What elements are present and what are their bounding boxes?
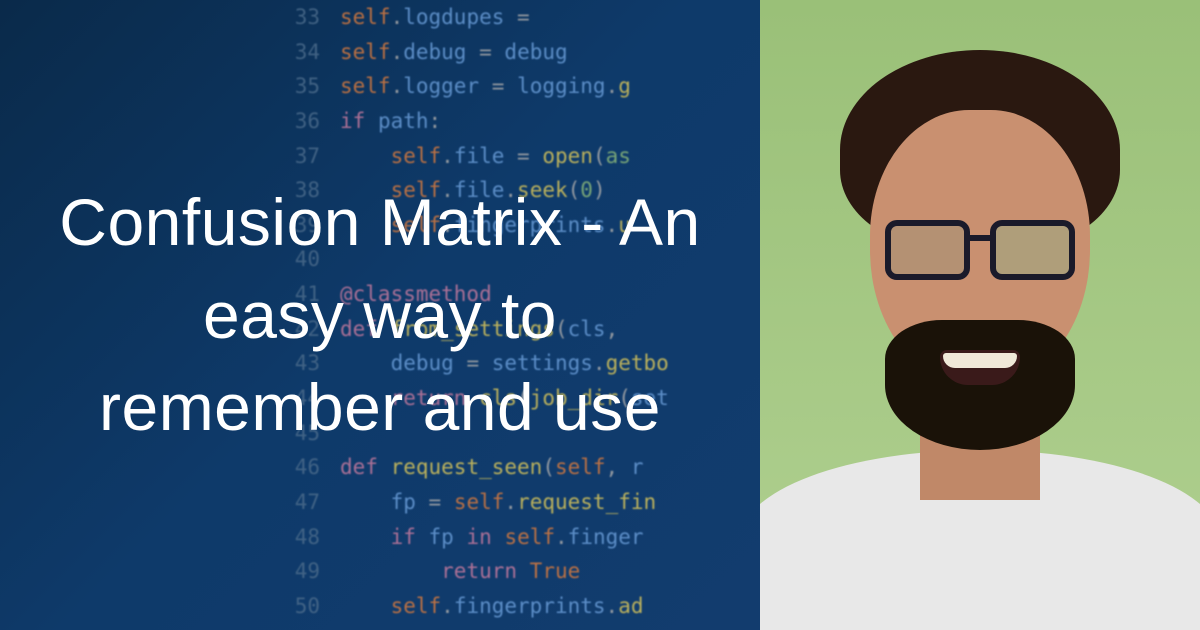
portrait-panel: [760, 0, 1200, 630]
author-portrait: [760, 0, 1200, 630]
main-title: Confusion Matrix - An easy way to rememb…: [50, 176, 710, 453]
title-overlay: Confusion Matrix - An easy way to rememb…: [0, 0, 760, 630]
title-panel: 33self.logdupes = 34self.debug = debug 3…: [0, 0, 760, 630]
thumbnail-container: 33self.logdupes = 34self.debug = debug 3…: [0, 0, 1200, 630]
